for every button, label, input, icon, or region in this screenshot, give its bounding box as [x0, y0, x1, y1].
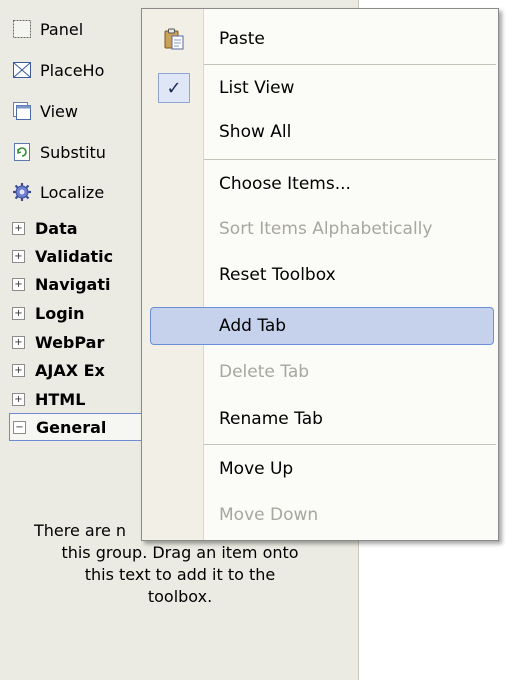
gear-icon	[12, 182, 32, 202]
toolbox-item-localize[interactable]: Localize	[12, 177, 104, 207]
menu-separator	[204, 159, 496, 160]
menu-item-label: Reset Toolbox	[219, 265, 336, 285]
placeholder-icon	[12, 60, 32, 80]
collapse-icon: −	[13, 420, 26, 434]
toolbox-item-label: Localize	[40, 182, 105, 202]
toolbox-item-placeholder[interactable]: PlaceHo	[12, 55, 104, 85]
menu-item-label: List View	[219, 78, 295, 98]
paste-icon	[162, 27, 186, 51]
toolbox-tab-label: HTML	[35, 389, 86, 409]
expand-icon: +	[12, 363, 25, 377]
toolbox-tab-label: WebPar	[35, 332, 105, 352]
menu-item-move-up[interactable]: Move Up	[142, 448, 498, 490]
toolbox-item-panel[interactable]: Panel	[12, 14, 83, 44]
toolbox-item-label: Substitu	[40, 142, 106, 162]
menu-item-add-tab[interactable]: Add Tab	[142, 305, 498, 347]
menu-item-delete-tab: Delete Tab	[142, 351, 498, 393]
expand-icon: +	[12, 221, 25, 235]
menu-item-rename-tab[interactable]: Rename Tab	[142, 398, 498, 440]
expand-icon: +	[12, 249, 25, 263]
toolbox-tab-label: General	[36, 417, 107, 437]
empty-message-line: this text to add it to the	[84, 565, 276, 584]
toolbox-item-label: Panel	[40, 19, 84, 39]
toolbox-tab-label: AJAX Ex	[35, 360, 105, 380]
empty-message-line: this group. Drag an item onto	[61, 543, 299, 562]
menu-item-label: Move Down	[219, 505, 319, 525]
menu-item-label: Show All	[219, 122, 292, 142]
expand-icon: +	[12, 392, 25, 406]
toolbox-tab-label: Navigati	[35, 274, 111, 294]
toolbox-item-label: PlaceHo	[40, 60, 105, 80]
menu-item-label: Sort Items Alphabetically	[219, 219, 433, 239]
menu-item-label: Move Up	[219, 459, 294, 479]
menu-item-label: Delete Tab	[219, 362, 310, 382]
menu-separator	[204, 64, 496, 65]
toolbox-item-substitution[interactable]: Substitu	[12, 137, 106, 167]
menu-item-label: Choose Items...	[219, 174, 351, 194]
expand-icon: +	[12, 306, 25, 320]
highlight-box	[150, 307, 494, 345]
menu-item-label: Rename Tab	[219, 409, 323, 429]
toolbox-tab-label: Validatic	[35, 246, 114, 266]
toolbox-tab-label: Data	[35, 218, 78, 238]
expand-icon: +	[12, 335, 25, 349]
toolbox-item-label: View	[40, 101, 78, 121]
menu-item-reset-toolbox[interactable]: Reset Toolbox	[142, 254, 498, 296]
menu-item-show-all[interactable]: Show All	[142, 111, 498, 153]
menu-item-label: Paste	[219, 29, 265, 49]
menu-item-list-view[interactable]: ✓ List View	[142, 67, 498, 109]
expand-icon: +	[12, 277, 25, 291]
substitution-icon	[12, 142, 32, 162]
panel-icon	[12, 19, 32, 39]
menu-separator	[204, 444, 496, 445]
menu-item-choose-items[interactable]: Choose Items...	[142, 163, 498, 205]
toolbox-tab-label: Login	[35, 303, 85, 323]
menu-item-paste[interactable]: Paste	[142, 18, 498, 60]
checkmark-icon: ✓	[158, 73, 190, 103]
menu-item-label: Add Tab	[219, 316, 287, 336]
toolbox-item-view[interactable]: View	[12, 96, 78, 126]
empty-message-line: toolbox.	[147, 587, 213, 606]
view-icon	[12, 101, 32, 121]
context-menu: Paste ✓ List View Show All Choose Items.…	[141, 8, 499, 541]
menu-item-sort-alphabetically: Sort Items Alphabetically	[142, 208, 498, 250]
menu-item-move-down: Move Down	[142, 494, 498, 536]
